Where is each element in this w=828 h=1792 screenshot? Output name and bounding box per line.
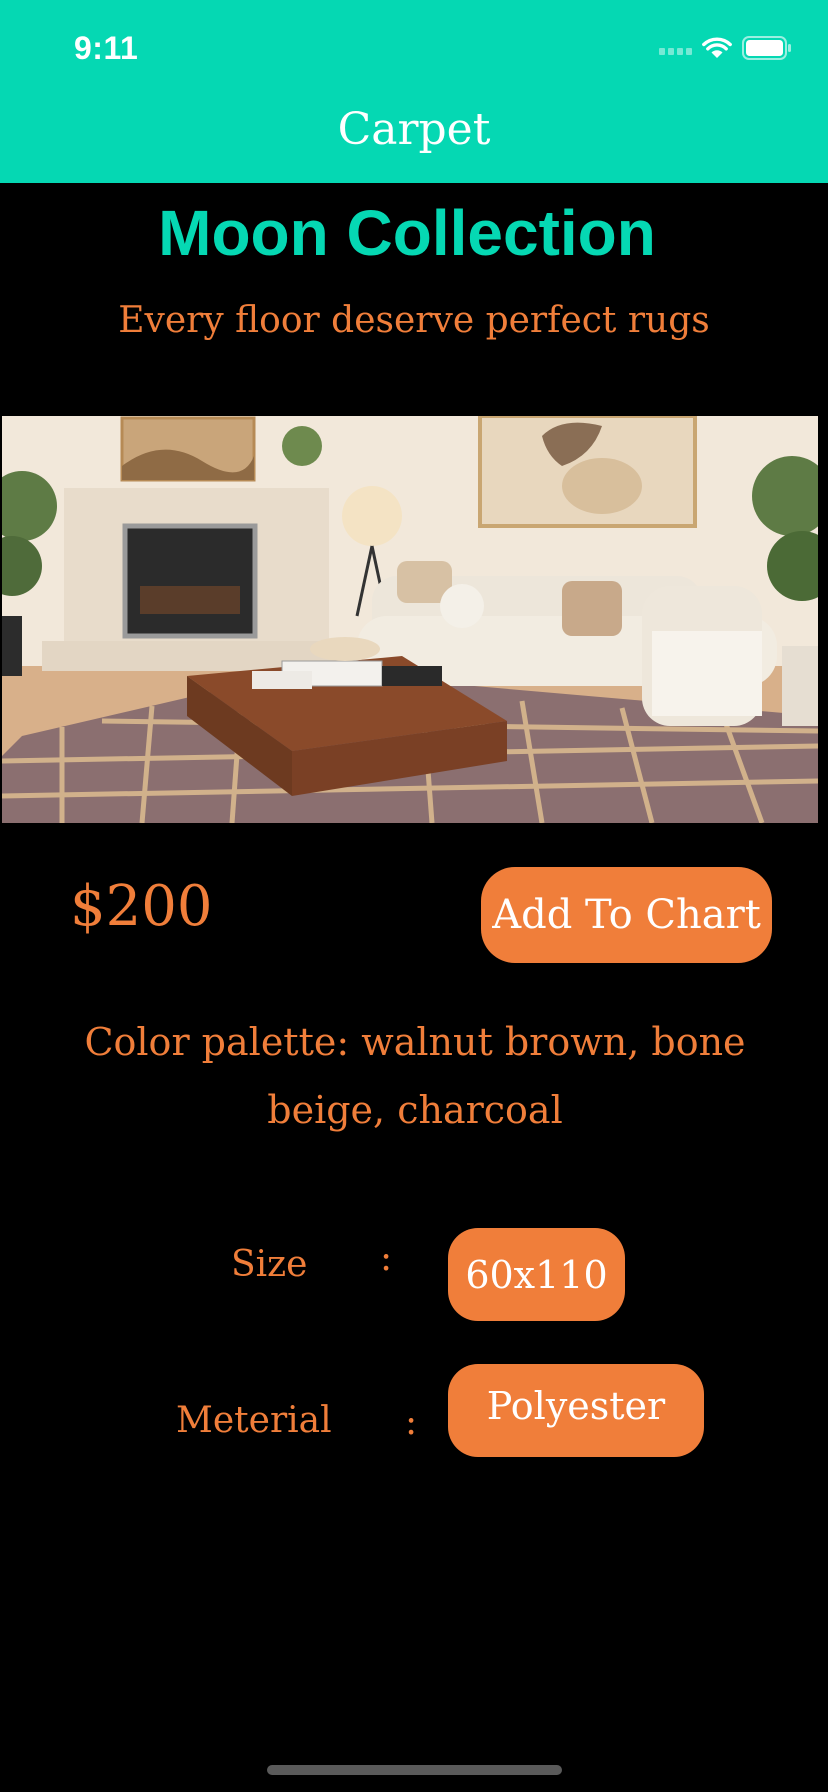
material-separator: : — [405, 1402, 418, 1443]
product-subtitle: Every floor deserve perfect rugs — [118, 300, 710, 341]
material-label: Meterial — [176, 1400, 332, 1441]
product-title: Moon Collection — [158, 197, 656, 269]
cellular-signal-icon — [659, 41, 692, 55]
size-value-button[interactable]: 60x110 — [448, 1228, 625, 1321]
color-palette-text: Color palette: walnut brown, bone beige,… — [84, 1020, 746, 1132]
material-value-button[interactable]: Polyester — [448, 1364, 704, 1457]
size-separator: : — [380, 1238, 393, 1279]
navigation-header: 9:11 Carpet — [0, 0, 828, 183]
wifi-icon — [702, 37, 732, 58]
status-time: 9:11 — [74, 30, 139, 66]
battery-icon — [742, 36, 791, 60]
add-to-cart-button[interactable]: Add To Chart — [481, 867, 772, 963]
product-image — [2, 416, 818, 823]
product-price: $200 — [70, 874, 213, 939]
size-label: Size — [231, 1244, 308, 1285]
status-icons — [659, 36, 792, 60]
home-indicator[interactable] — [267, 1765, 562, 1775]
nav-title: Carpet — [337, 104, 491, 155]
